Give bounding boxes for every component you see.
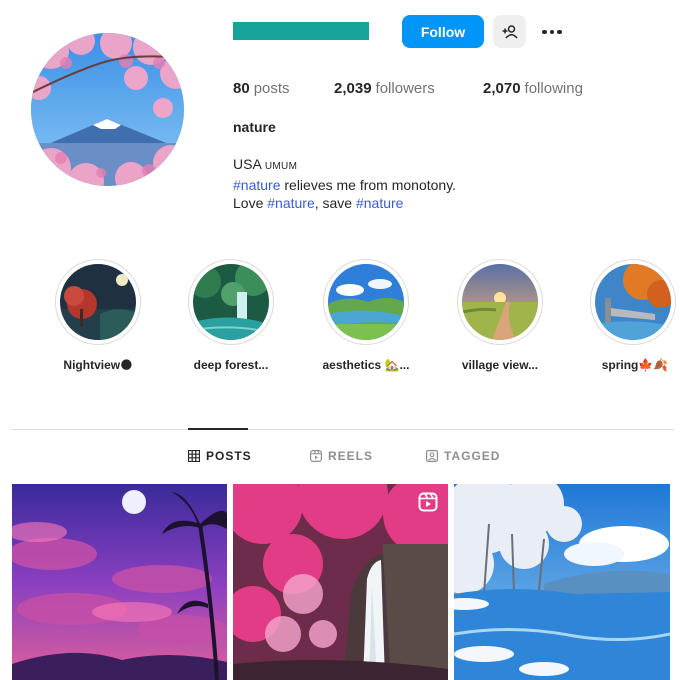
- tab-label: POSTS: [206, 449, 252, 463]
- tab-label: REELS: [328, 449, 374, 463]
- more-horizontal-icon: [542, 29, 547, 35]
- followers-count: 2,039: [334, 80, 372, 97]
- profile-bio: USA UMUM #nature relieves me from monoto…: [233, 155, 456, 212]
- bio-location: USA: [233, 156, 262, 172]
- follow-button[interactable]: Follow: [402, 15, 484, 48]
- add-user-icon: [502, 24, 518, 39]
- highlight-label: aesthetics 🏡...: [322, 358, 410, 372]
- add-user-button[interactable]: [493, 15, 526, 48]
- post-thumbnail[interactable]: [12, 484, 227, 680]
- highlight-cover-image: [462, 264, 538, 340]
- highlight-cover-image: [60, 264, 136, 340]
- posts-label: posts: [253, 80, 290, 97]
- highlight-label: deep forest...: [193, 358, 269, 372]
- more-options-button[interactable]: [538, 19, 566, 45]
- following-stat[interactable]: 2,070 following: [483, 80, 583, 97]
- bio-line-2: #nature relieves me from monotony.: [233, 176, 456, 194]
- followers-label: followers: [375, 80, 435, 97]
- more-dot: [549, 29, 555, 35]
- bio-text: , save: [314, 195, 356, 211]
- tab-label: TAGGED: [444, 449, 501, 463]
- bio-line-3: Love #nature, save #nature: [233, 194, 456, 212]
- highlight-label: Nightview🌑: [63, 358, 133, 372]
- tab-reels[interactable]: REELS: [310, 449, 373, 463]
- highlight-nightview[interactable]: [55, 259, 141, 345]
- grid-icon: [188, 450, 200, 462]
- posts-stat: 80 posts: [233, 80, 290, 97]
- highlight-deep-forest[interactable]: [188, 259, 274, 345]
- bio-location-sub: UMUM: [264, 161, 298, 172]
- profile-avatar[interactable]: [31, 33, 184, 186]
- followers-stat[interactable]: 2,039 followers: [334, 80, 435, 97]
- bio-text: relieves me from monotony.: [280, 177, 457, 193]
- tagged-icon: [426, 450, 438, 462]
- post-thumbnail[interactable]: [233, 484, 448, 680]
- highlight-cover-image: [595, 264, 671, 340]
- hashtag-link[interactable]: #nature: [356, 195, 403, 211]
- hashtag-link[interactable]: #nature: [233, 177, 280, 193]
- highlight-cover-image: [193, 264, 269, 340]
- post-thumbnail[interactable]: [454, 484, 670, 680]
- highlight-village-view[interactable]: [457, 259, 543, 345]
- bio-line-1: USA UMUM: [233, 155, 456, 176]
- following-label: following: [524, 80, 583, 97]
- bio-text: Love: [233, 195, 268, 211]
- snowy-trees-blue-lake-image: [454, 484, 670, 680]
- active-tab-indicator: [188, 428, 248, 430]
- mount-fuji-cherry-blossom-avatar-image: [31, 33, 184, 186]
- highlight-label: spring🍁🍂: [601, 358, 669, 372]
- hashtag-link[interactable]: #nature: [267, 195, 314, 211]
- pink-forest-waterfall-image: [233, 484, 448, 680]
- reels-icon: [310, 450, 322, 462]
- highlight-aesthetics[interactable]: [323, 259, 409, 345]
- section-divider: [12, 429, 674, 430]
- highlight-label: village view...: [461, 358, 539, 372]
- more-dot: [557, 29, 562, 35]
- username-redacted-bar: [233, 22, 369, 40]
- posts-count: 80: [233, 80, 250, 97]
- reels-badge-icon: [418, 492, 438, 512]
- tab-posts[interactable]: POSTS: [188, 449, 252, 463]
- purple-night-sky-moon-palm-image: [12, 484, 227, 680]
- highlight-spring[interactable]: [590, 259, 676, 345]
- following-count: 2,070: [483, 80, 521, 97]
- tab-tagged[interactable]: TAGGED: [426, 449, 500, 463]
- highlight-cover-image: [328, 264, 404, 340]
- profile-full-name: nature: [233, 119, 276, 135]
